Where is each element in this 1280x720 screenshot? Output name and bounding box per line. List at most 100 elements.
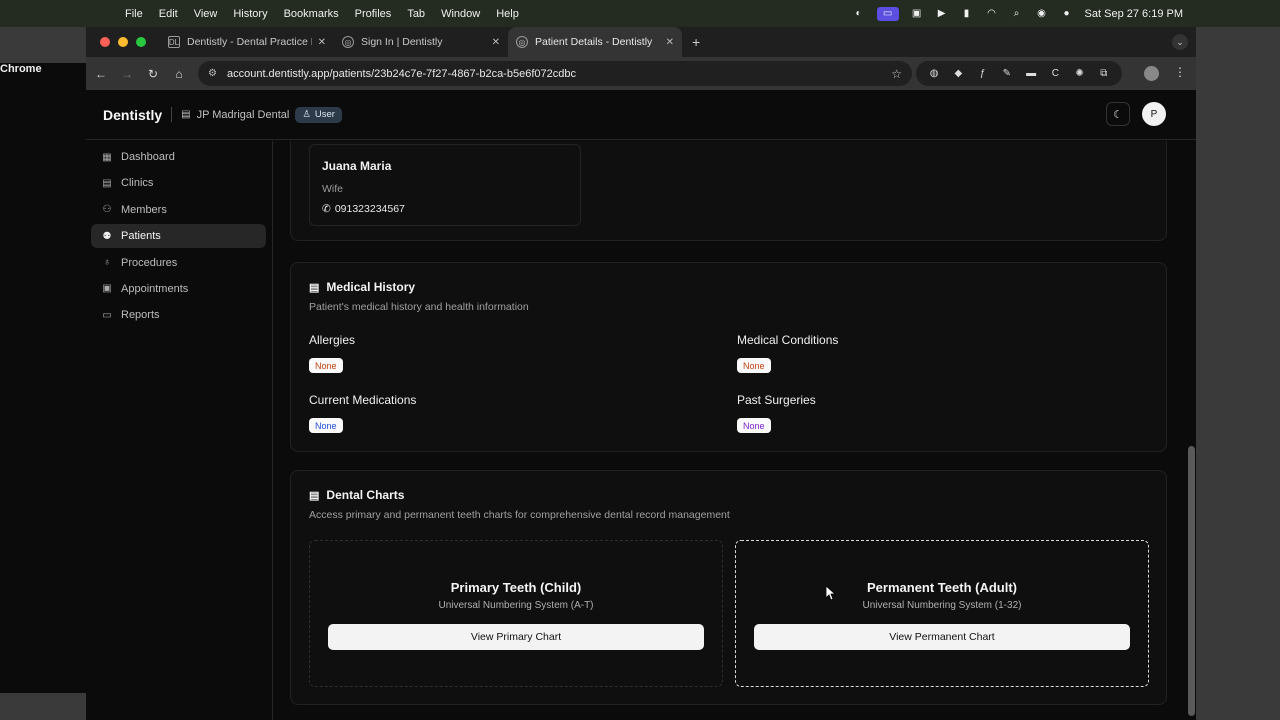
building-icon: ▤: [181, 109, 191, 120]
bag-icon[interactable]: ▣: [910, 8, 924, 19]
tab-dentistly-dashboard[interactable]: DL Dentistly - Dental Practice Ma ✕: [160, 27, 334, 57]
wifi-icon[interactable]: ◠: [985, 8, 999, 19]
sidebar-item-procedures[interactable]: ♁ Procedures: [91, 251, 266, 275]
close-tab-icon[interactable]: ✕: [492, 37, 500, 48]
screen-share-icon[interactable]: ▭: [876, 6, 899, 21]
extension-c-icon[interactable]: C: [1049, 67, 1062, 80]
tab-title: Dentistly - Dental Practice Ma: [187, 36, 312, 48]
sync-icon[interactable]: ◐: [852, 8, 866, 19]
extension-chatgpt-icon[interactable]: ✺: [1073, 67, 1086, 80]
close-window-button[interactable]: [100, 37, 110, 47]
role-badge: ♙ User: [295, 106, 342, 123]
document-icon: ▤: [309, 281, 320, 294]
search-icon[interactable]: ⌕: [1010, 8, 1024, 19]
header-divider: [171, 107, 173, 122]
menu-tab[interactable]: Tab: [407, 8, 425, 20]
browser-window: DL Dentistly - Dental Practice Ma ✕ ◎ Si…: [86, 27, 1196, 720]
menu-view[interactable]: View: [194, 8, 218, 20]
minimize-window-button[interactable]: [118, 37, 128, 47]
extensions-bar: ◍ ◆ ƒ ✎ ▬ C ✺ ⧉: [916, 61, 1122, 86]
chevron-down-icon[interactable]: ⌄: [1172, 34, 1188, 50]
section-title: Medical History: [326, 280, 416, 294]
menu-window[interactable]: Window: [441, 8, 480, 20]
control-center-icon[interactable]: ◉: [1035, 8, 1049, 19]
menu-help[interactable]: Help: [496, 8, 519, 20]
sidebar-item-label: Reports: [121, 309, 160, 322]
close-tab-icon[interactable]: ✕: [318, 37, 326, 48]
view-permanent-chart-button[interactable]: View Permanent Chart: [754, 624, 1130, 650]
sidebar-item-patients[interactable]: ⚉ Patients: [91, 224, 266, 249]
close-tab-icon[interactable]: ✕: [666, 37, 674, 48]
avatar[interactable]: P: [1142, 102, 1166, 126]
dental-charts-heading: ▤ Dental Charts: [309, 488, 404, 502]
sidebar-item-members[interactable]: ⚇ Members: [91, 198, 266, 222]
menu-profiles[interactable]: Profiles: [355, 8, 392, 20]
sidebar-item-label: Clinics: [121, 177, 154, 190]
section-title: Dental Charts: [326, 488, 405, 502]
stethoscope-icon: ♁: [103, 257, 111, 269]
extension-color-icon[interactable]: ◍: [928, 67, 941, 80]
extension-folder-icon[interactable]: ▬: [1025, 67, 1038, 80]
medical-history-card: ▤ Medical History Patient's medical hist…: [290, 262, 1167, 452]
url-text[interactable]: account.dentistly.app/patients/23b24c7e-…: [227, 68, 576, 80]
page-scrollbar[interactable]: [1188, 446, 1195, 716]
primary-chart-subtitle: Universal Numbering System (A-T): [438, 600, 594, 611]
menu-bookmarks[interactable]: Bookmarks: [284, 8, 339, 20]
extension-function-icon[interactable]: ƒ: [976, 67, 989, 80]
window-controls: [100, 37, 146, 47]
document-icon: ▤: [309, 489, 320, 502]
sidebar-item-clinics[interactable]: ▤ Clinics: [91, 171, 266, 195]
home-icon[interactable]: ⌂: [166, 67, 192, 81]
primary-teeth-option[interactable]: Primary Teeth (Child) Universal Numberin…: [309, 540, 723, 687]
permanent-chart-title: Permanent Teeth (Adult): [867, 580, 1017, 595]
sidebar-item-appointments[interactable]: ▣ Appointments: [91, 277, 266, 301]
tab-title: Sign In | Dentistly: [361, 36, 443, 48]
forward-icon[interactable]: →: [114, 67, 140, 81]
extension-purple-icon[interactable]: ◆: [952, 67, 965, 80]
macos-menu-bar: Chrome File Edit View History Bookmarks …: [0, 0, 1280, 693]
medical-conditions-badge: None: [737, 358, 771, 373]
siri-icon[interactable]: ●: [1060, 8, 1074, 19]
new-tab-icon[interactable]: +: [692, 34, 700, 50]
contact-name: Juana Maria: [322, 159, 392, 173]
reload-icon[interactable]: ↻: [140, 67, 166, 81]
menu-edit[interactable]: Edit: [159, 8, 178, 20]
maximize-window-button[interactable]: [136, 37, 146, 47]
menu-history[interactable]: History: [233, 8, 267, 20]
more-menu-icon[interactable]: ⋮: [1174, 65, 1186, 79]
site-info-icon[interactable]: ⚙: [208, 68, 217, 79]
back-icon[interactable]: ←: [88, 67, 114, 81]
sidebar-item-dashboard[interactable]: ▦ Dashboard: [91, 145, 266, 169]
contact-phone-number: 091323234567: [334, 203, 405, 215]
battery-icon[interactable]: ▮: [960, 8, 974, 19]
globe-icon: ◎: [342, 36, 354, 48]
bookmark-star-icon[interactable]: ☆: [891, 67, 902, 81]
past-surgeries-badge: None: [737, 418, 771, 433]
permanent-teeth-option[interactable]: Permanent Teeth (Adult) Universal Number…: [735, 540, 1149, 687]
clock[interactable]: Sat Sep 27 6:19 PM: [1085, 8, 1183, 20]
permanent-chart-subtitle: Universal Numbering System (1-32): [862, 600, 1022, 611]
sidebar-item-label: Dashboard: [121, 151, 175, 163]
grid-icon: ▦: [102, 151, 112, 163]
menu-file[interactable]: File: [125, 8, 143, 20]
section-subtitle: Access primary and permanent teeth chart…: [309, 509, 730, 521]
play-icon[interactable]: ▶: [935, 8, 949, 19]
brand-logo[interactable]: Dentistly: [103, 107, 162, 123]
phone-icon: ✆: [322, 203, 331, 215]
sidebar-item-label: Members: [121, 203, 167, 216]
sidebar-item-reports[interactable]: ▭ Reports: [91, 303, 266, 327]
address-bar[interactable]: ⚙ account.dentistly.app/patients/23b24c7…: [198, 61, 912, 86]
tab-patient-details[interactable]: ◎ Patient Details - Dentistly ✕: [508, 27, 682, 57]
extensions-puzzle-icon[interactable]: ⧉: [1097, 67, 1110, 80]
primary-chart-title: Primary Teeth (Child): [450, 580, 582, 595]
extension-pen-icon[interactable]: ✎: [1000, 67, 1013, 80]
clinic-switcher[interactable]: ▤ JP Madrigal Dental: [181, 109, 289, 121]
calendar-icon: ▣: [102, 283, 112, 295]
view-primary-chart-button[interactable]: View Primary Chart: [328, 624, 704, 650]
users-icon: ⚇: [102, 204, 112, 216]
profile-icon[interactable]: [1144, 66, 1159, 81]
moon-icon: ☾: [1113, 108, 1123, 121]
tab-sign-in[interactable]: ◎ Sign In | Dentistly ✕: [334, 27, 508, 57]
dental-charts-card: ▤ Dental Charts Access primary and perma…: [290, 470, 1167, 705]
theme-toggle-button[interactable]: ☾: [1106, 102, 1130, 126]
